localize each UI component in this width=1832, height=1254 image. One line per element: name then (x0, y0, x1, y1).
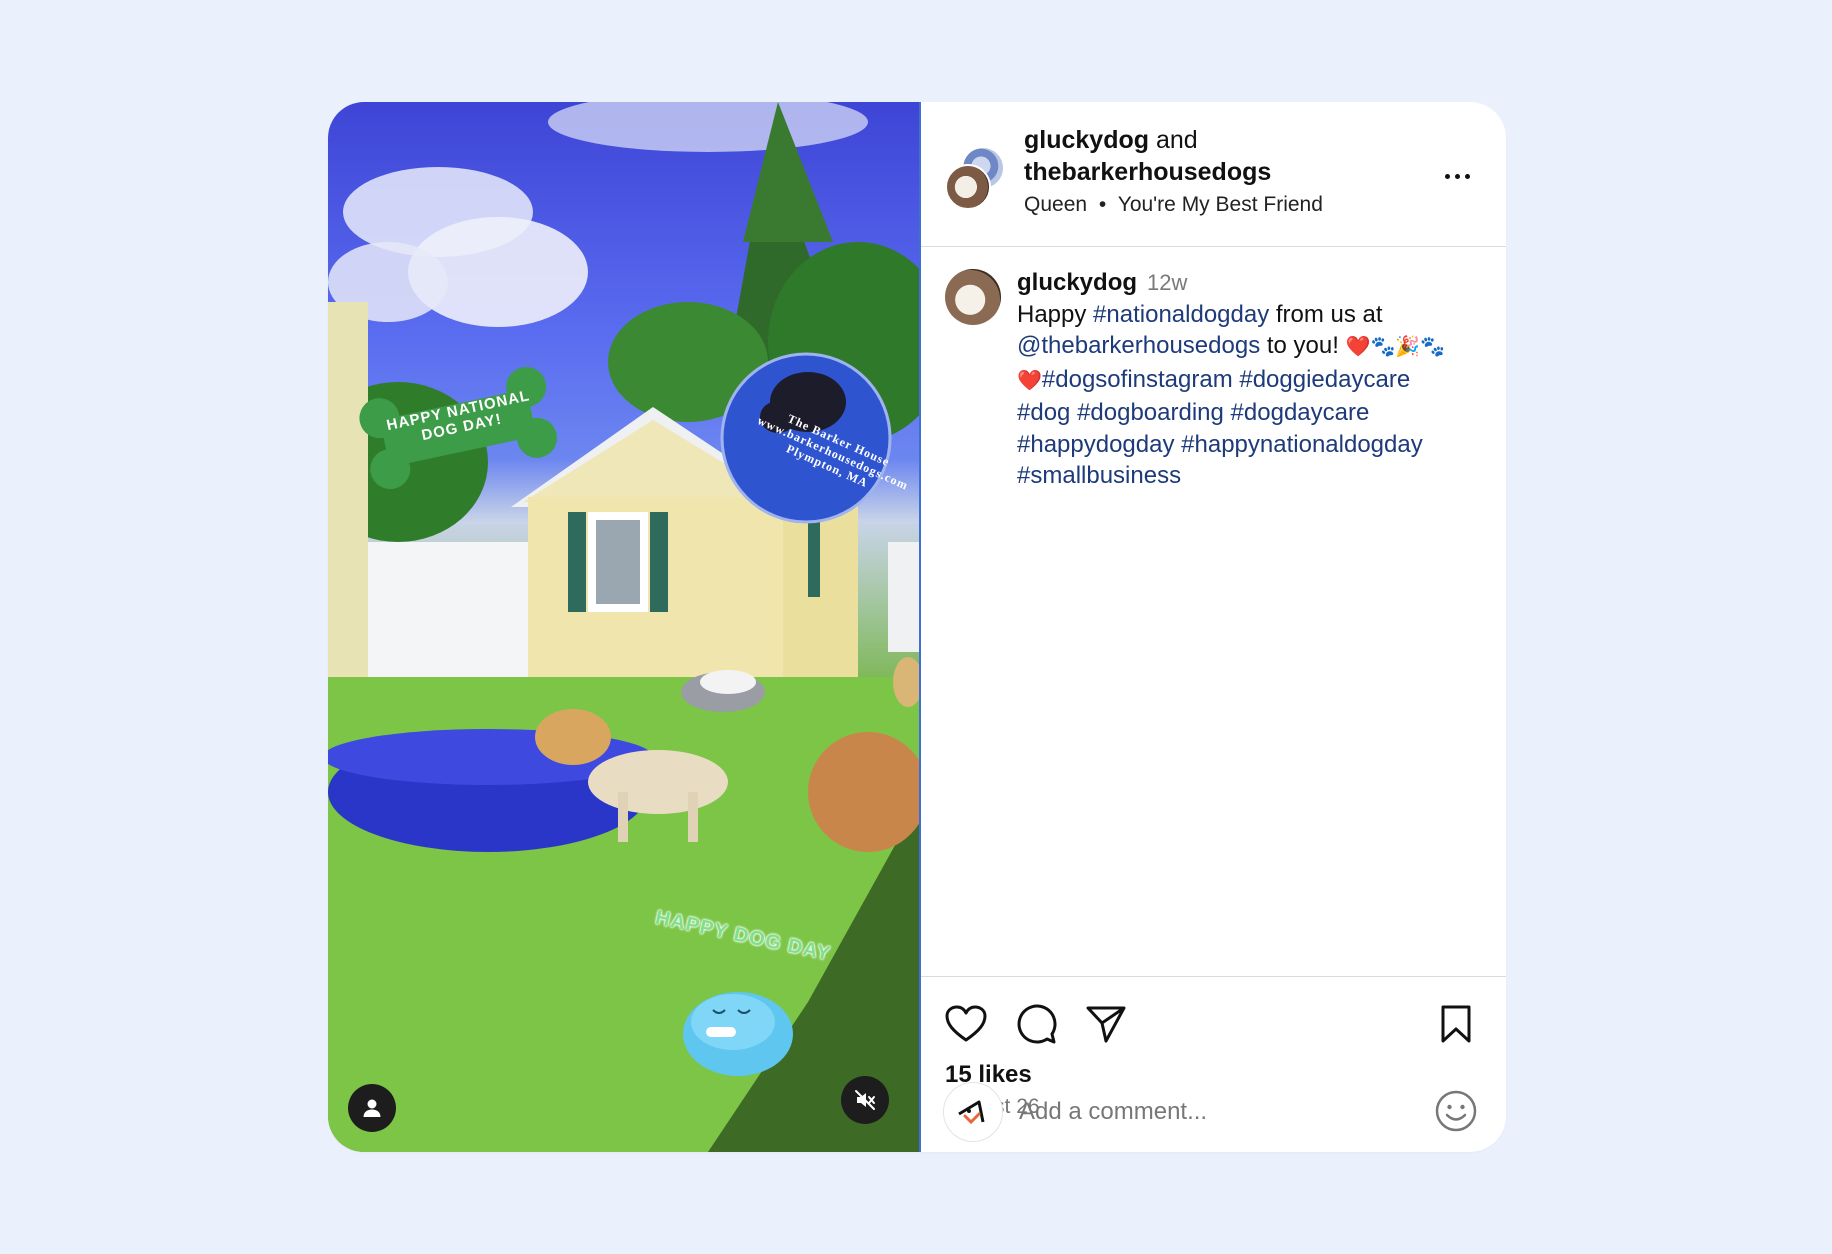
hashtag-link[interactable]: #smallbusiness (1017, 462, 1181, 489)
author-link-thebarkerhousedogs[interactable]: thebarkerhousedogs (1024, 158, 1271, 186)
audio-attribution[interactable]: Queen • You're My Best Friend (1024, 193, 1323, 217)
like-button[interactable] (943, 1001, 989, 1047)
hashtag-link[interactable]: #nationaldogday (1093, 301, 1269, 328)
share-button[interactable] (1083, 1001, 1129, 1047)
bookmark-icon (1441, 1005, 1471, 1043)
more-horizontal-icon (1444, 173, 1450, 179)
person-icon (363, 1099, 381, 1117)
post-details-panel: gluckydog and thebarkerhousedogs Queen •… (921, 102, 1506, 1152)
coauthor-joiner: and (1155, 126, 1198, 154)
caption-username[interactable]: gluckydog (1017, 269, 1137, 296)
hashtag-link[interactable]: #happynationaldogday (1181, 431, 1423, 458)
post-media-video[interactable]: HAPPY NATIONAL DOG DAY! The Barker House… (328, 102, 921, 1152)
more-horizontal-icon-dot (1464, 173, 1470, 179)
more-horizontal-icon-dot (1454, 173, 1460, 179)
emoji-picker-button[interactable] (1433, 1088, 1479, 1134)
hashtag-link[interactable]: #happydogday (1017, 431, 1174, 458)
hashtag-link[interactable]: #doggiedaycare (1239, 366, 1410, 393)
caption-fragment: Happy (1017, 300, 1094, 328)
post-caption: gluckydog 12w Happy #nationaldogday from … (921, 247, 1506, 977)
caption-timestamp[interactable]: 12w (1147, 270, 1187, 295)
post-header: gluckydog and thebarkerhousedogs Queen •… (921, 102, 1506, 247)
hashtag-link[interactable]: #dogboarding (1077, 399, 1224, 426)
video-frame-illustration (328, 102, 919, 1152)
post-card: HAPPY NATIONAL DOG DAY! The Barker House… (328, 102, 1506, 1152)
add-comment-row (921, 1072, 1506, 1152)
avatar[interactable] (945, 269, 1001, 325)
caption-text: gluckydog 12w Happy #nationaldogday from … (1017, 267, 1487, 492)
coauthor-names: gluckydog and thebarkerhousedogs (1024, 124, 1271, 188)
hashtag-link[interactable]: #dogdaycare (1231, 399, 1370, 426)
smiley-icon (1435, 1090, 1477, 1132)
hashtag-link[interactable]: #dogsofinstagram (1042, 366, 1233, 393)
caption-emoji: ❤️🐾🎉🐾 (1345, 336, 1446, 358)
coauthor-avatars[interactable] (945, 146, 1005, 210)
mention-link[interactable]: @thebarkerhousedogs (1017, 332, 1260, 359)
caption-fragment: to you! (1260, 332, 1346, 359)
speaker-muted-icon (855, 1090, 875, 1110)
dog-logo-icon (958, 1100, 985, 1125)
author-link-gluckydog[interactable]: gluckydog (1024, 126, 1149, 154)
avatar (943, 1082, 1003, 1142)
tagged-users-button[interactable] (348, 1084, 396, 1132)
audio-separator: • (1098, 193, 1107, 216)
caption-fragment: from us at (1269, 300, 1383, 328)
comment-icon (1017, 1004, 1057, 1044)
comment-input[interactable] (1017, 1090, 1401, 1134)
comment-button[interactable] (1013, 1001, 1059, 1047)
hashtag-link[interactable]: #dog (1017, 399, 1070, 426)
mute-toggle-button[interactable] (841, 1076, 889, 1124)
more-options-button[interactable] (1437, 164, 1477, 188)
send-icon (1086, 1006, 1126, 1043)
caption-emoji: ❤️ (1017, 369, 1042, 392)
audio-title: You're My Best Friend (1117, 193, 1323, 216)
heart-icon (945, 1005, 987, 1042)
avatar (945, 164, 991, 210)
audio-artist: Queen (1024, 193, 1088, 216)
save-button[interactable] (1433, 1001, 1479, 1047)
